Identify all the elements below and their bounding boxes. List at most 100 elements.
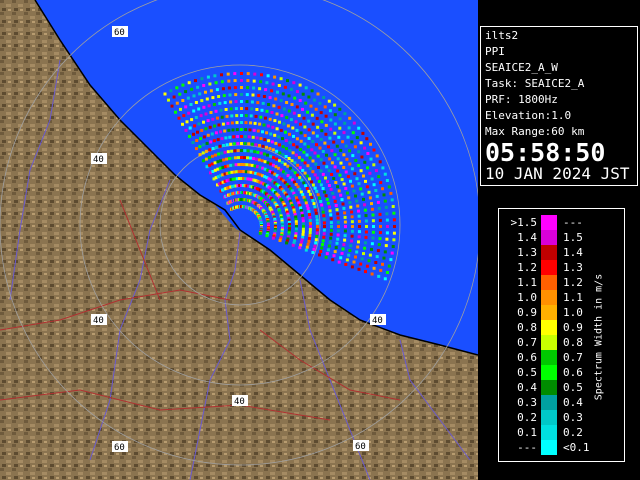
echo-cell [226,150,230,154]
echo-cell [360,192,364,196]
legend-lower-value: 1.4 [517,231,537,244]
echo-cell [292,111,296,115]
echo-cell [282,107,286,111]
echo-cell [202,105,206,109]
echo-cell [334,204,338,207]
echo-cell [234,156,237,160]
echo-cell [321,207,324,210]
echo-cell [228,93,232,97]
echo-cell [306,164,310,168]
echo-cell [379,268,383,272]
legend-lower-value: 0.1 [517,426,537,439]
scan-info-panel: ilts2 PPI SEAICE2_A_W Task: SEAICE2_A PR… [480,26,638,186]
echo-cell [322,221,326,225]
echo-cell [215,145,218,149]
echo-cell [209,89,213,93]
echo-cell [208,82,212,86]
echo-cell [237,163,241,167]
echo-cell [240,149,243,152]
echo-cell [268,117,272,121]
echo-cell [220,73,223,77]
echo-cell [302,225,305,228]
echo-cell [221,122,225,126]
echo-cell [240,114,243,117]
echo-cell [269,154,273,158]
echo-cell [350,215,354,219]
echo-cell [306,242,310,246]
echo-cell [294,153,298,157]
echo-cell [233,149,237,153]
echo-cell [240,86,243,89]
echo-cell [342,131,346,135]
echo-cell [260,73,263,77]
echo-cell [332,140,336,144]
ring-label-40-south: 40 [234,397,245,407]
echo-cell [284,130,287,134]
legend-upper-value: 1.5 [563,231,583,244]
echo-cell [308,192,312,196]
echo-cell [303,198,307,202]
echo-cell [279,77,283,81]
echo-cell [341,202,345,206]
echo-cell [206,75,210,79]
echo-cell [211,147,215,150]
echo-cell [327,205,331,209]
echo-cell [237,156,240,160]
echo-cell [254,114,258,118]
legend-lower-value: 0.7 [517,336,537,349]
legend-upper-value: 1.0 [563,306,583,319]
legend-upper-value: 1.2 [563,276,583,289]
echo-cell [299,243,303,247]
scan-time: 05:58:50 [485,138,606,167]
echo-cell [304,184,308,188]
echo-cell [316,125,320,129]
echo-cell [269,132,273,136]
echo-cell [363,208,367,212]
echo-cell [326,201,330,205]
echo-cell [333,199,337,203]
echo-cell [228,157,231,160]
echo-cell [291,243,295,247]
echo-cell [333,165,337,169]
echo-cell [272,104,276,108]
echo-cell [366,152,370,155]
echo-cell [318,196,321,200]
echo-cell [349,205,353,209]
echo-cell [186,96,190,100]
echo-cell [332,195,336,199]
echo-cell [169,89,173,93]
echo-cell [338,126,342,130]
echo-cell [294,120,298,124]
echo-cell [311,183,315,187]
echo-cell [265,131,269,135]
echo-cell [213,124,217,128]
echo-cell [378,218,382,222]
echo-cell [383,172,387,176]
legend-row: 0.5 0.6 [499,365,625,380]
echo-cell [261,130,264,134]
echo-cell [319,250,323,253]
echo-cell [248,163,252,167]
echo-cell [368,253,372,257]
echo-cell [333,153,337,157]
echo-cell [359,141,363,145]
echo-cell [282,122,286,126]
echo-cell [299,206,303,210]
echo-cell [374,169,378,173]
echo-cell [313,244,317,248]
echo-cell [256,101,260,105]
echo-cell [324,114,328,118]
echo-cell [357,240,360,244]
echo-cell [197,122,201,126]
echo-cell [279,128,283,132]
echo-cell [336,157,340,161]
echo-cell [316,193,320,197]
echo-cell [336,169,340,173]
echo-cell [301,193,305,197]
echo-cell [364,179,367,183]
echo-cell [370,202,373,206]
echo-cell [247,135,251,139]
echo-cell [371,213,375,217]
echo-cell [254,143,258,147]
echo-cell [200,99,204,103]
